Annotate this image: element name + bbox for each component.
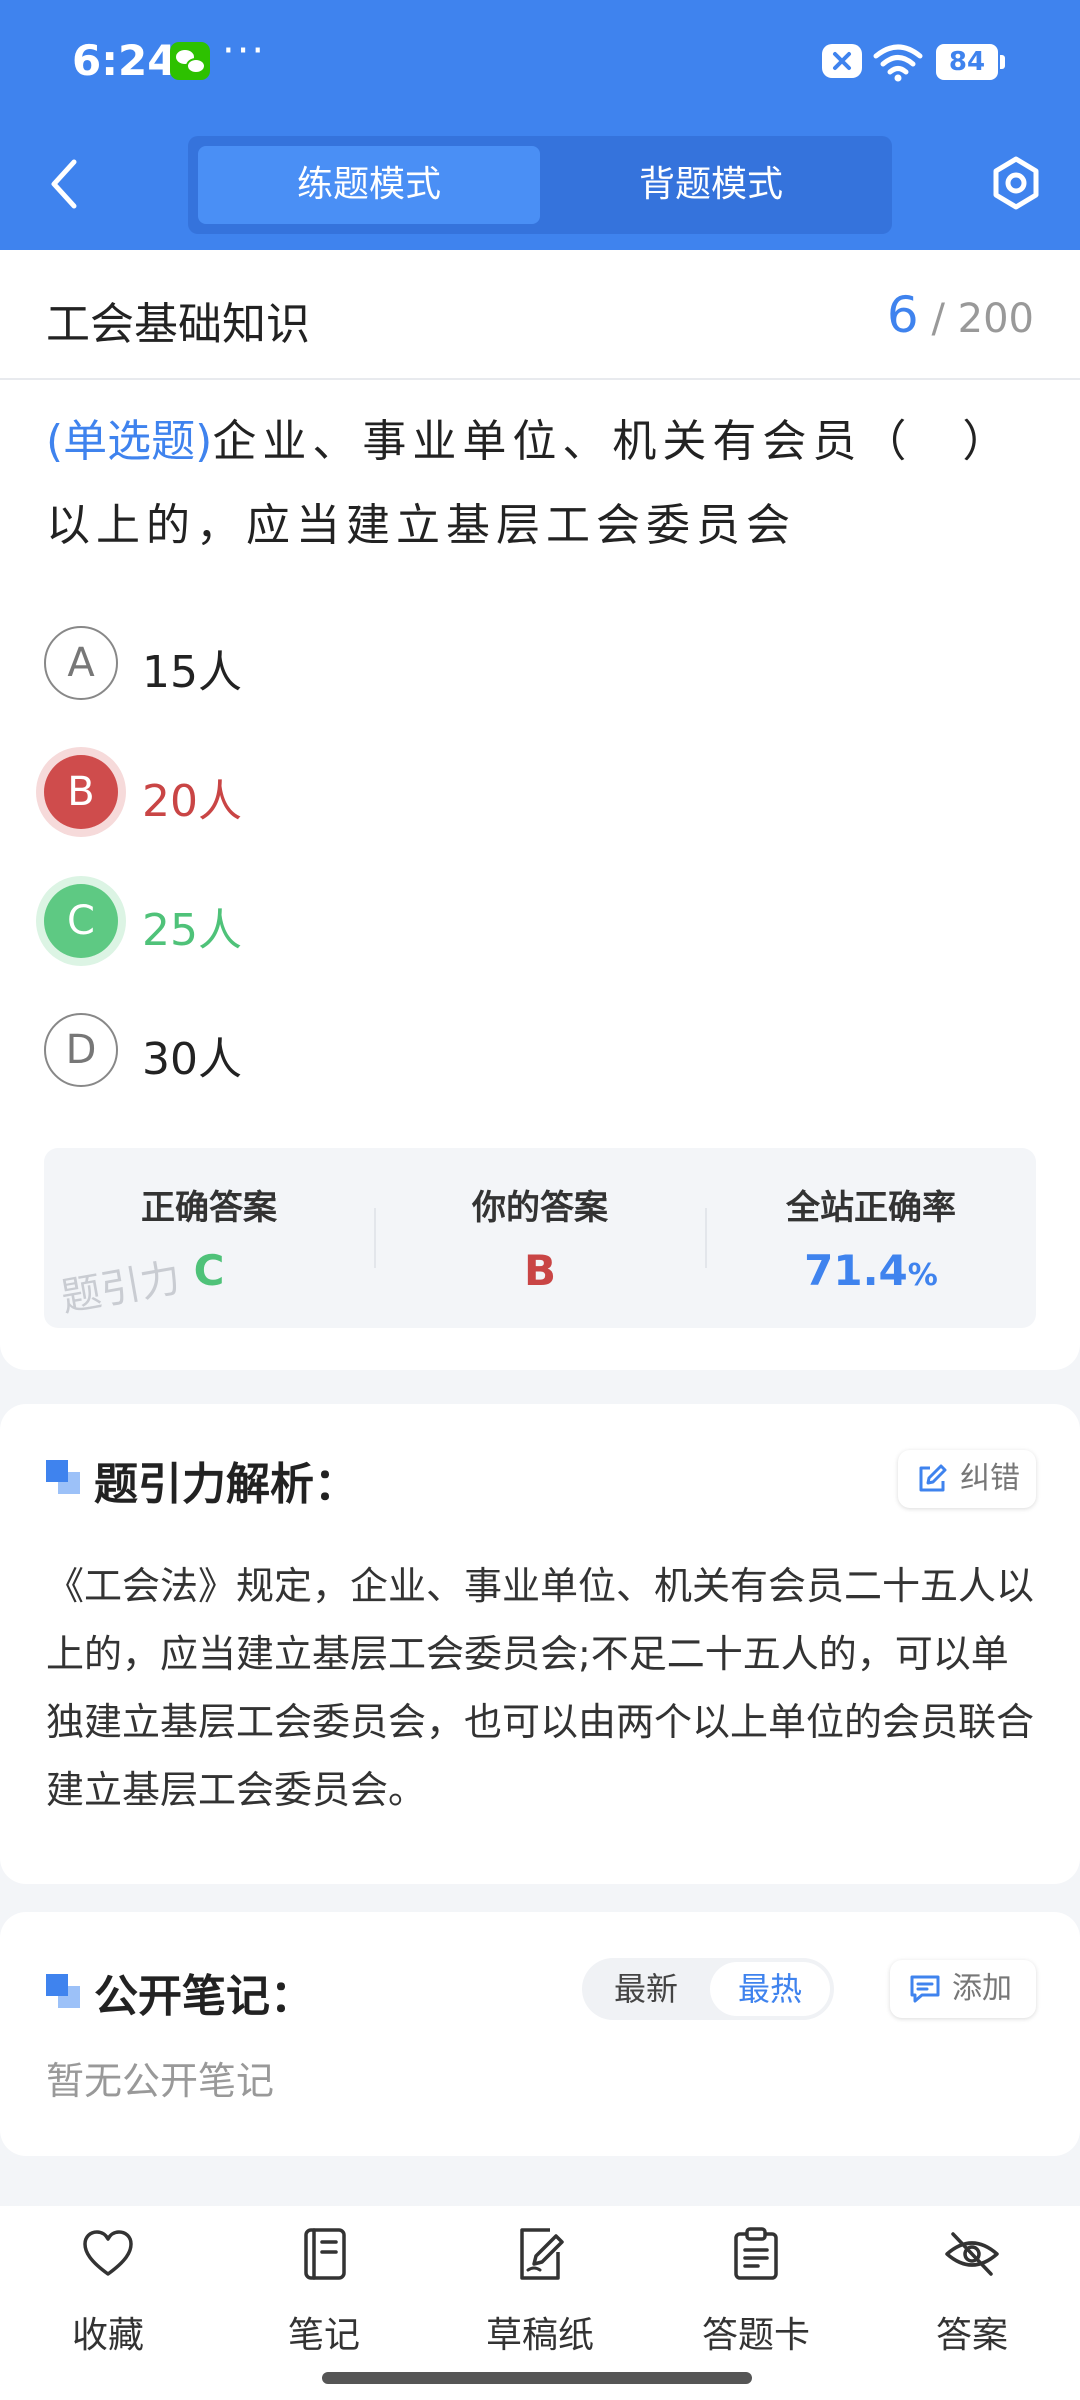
bottom-toolbar: 收藏 笔记 草稿纸 答题卡 答案 xyxy=(0,2206,1080,2400)
question-progress: 6 / 200 xyxy=(887,286,1034,344)
notification-mute-icon xyxy=(822,44,862,78)
notes-label: 笔记 xyxy=(287,2315,360,2356)
edit-icon xyxy=(919,1464,947,1492)
question-card: 工会基础知识 6 / 200 (单选题)企业、事业单位、机关有会员（ ）以上的，… xyxy=(0,250,1080,1370)
option-c[interactable]: C 25人 xyxy=(44,884,944,960)
sort-hottest-tab[interactable]: 最热 xyxy=(710,1962,830,2016)
sort-newest-tab[interactable]: 最新 xyxy=(586,1962,706,2016)
accuracy-number: 71.4 xyxy=(804,1246,908,1295)
status-bar: 6:24 ··· 84 xyxy=(0,0,1080,125)
app-header: 6:24 ··· 84 练题模式 背题模式 xyxy=(0,0,1080,250)
current-question-number: 6 xyxy=(886,286,919,344)
question-text: (单选题)企业、事业单位、机关有会员（ ）以上的，应当建立基层工会委员会 xyxy=(46,400,1036,568)
answer-card-label: 答题卡 xyxy=(701,2315,810,2356)
draft-icon xyxy=(520,2228,564,2280)
option-letter: B xyxy=(44,755,118,829)
notes-empty-text: 暂无公开笔记 xyxy=(46,2059,275,2103)
option-a[interactable]: A 15人 xyxy=(44,626,944,702)
accuracy-col: 全站正确率 71.4% xyxy=(706,1148,1036,1328)
tab-practice-mode[interactable]: 练题模式 xyxy=(198,146,540,224)
mode-switch: 练题模式 背题模式 xyxy=(188,136,892,234)
favorite-button[interactable]: 收藏 xyxy=(8,2226,208,2366)
scratch-paper-button[interactable]: 草稿纸 xyxy=(440,2226,640,2366)
notes-button[interactable]: 笔记 xyxy=(224,2226,424,2366)
option-text: 15人 xyxy=(142,647,242,698)
option-b[interactable]: B 20人 xyxy=(44,755,944,831)
home-indicator[interactable] xyxy=(322,2372,752,2384)
option-letter: C xyxy=(44,884,118,958)
report-error-label: 纠错 xyxy=(960,1461,1020,1496)
option-d[interactable]: D 30人 xyxy=(44,1013,944,1089)
settings-button[interactable] xyxy=(988,155,1044,211)
analysis-card: 题引力解析： 纠错 《工会法》规定，企业、事业单位、机关有会员二十五人以上的，应… xyxy=(0,1404,1080,1884)
section-icon xyxy=(46,1460,82,1496)
subject-row: 工会基础知识 6 / 200 xyxy=(0,250,1080,380)
accuracy-label: 全站正确率 xyxy=(786,1188,956,1228)
your-answer-value: B xyxy=(523,1246,556,1295)
add-note-label: 添加 xyxy=(952,1971,1012,2006)
option-letter: A xyxy=(44,626,118,700)
your-answer-col: 你的答案 B xyxy=(375,1148,705,1328)
more-notifications-icon: ··· xyxy=(222,28,267,74)
option-letter: D xyxy=(44,1013,118,1087)
analysis-title: 题引力解析： xyxy=(94,1459,358,1510)
back-button[interactable] xyxy=(40,152,90,216)
wifi-icon xyxy=(873,44,923,82)
comment-icon xyxy=(910,1975,940,2003)
show-answer-button[interactable]: 答案 xyxy=(872,2226,1072,2366)
clipboard-icon xyxy=(734,2227,778,2280)
heart-icon xyxy=(83,2230,133,2276)
option-text: 25人 xyxy=(142,905,242,956)
eye-off-icon xyxy=(945,2232,999,2276)
notes-sort-switch: 最新 最热 xyxy=(582,1958,834,2020)
scratch-paper-label: 草稿纸 xyxy=(485,2315,594,2356)
notebook-icon xyxy=(304,2228,346,2280)
answer-summary: 正确答案 C 你的答案 B 全站正确率 71.4% 题引力 xyxy=(44,1148,1036,1328)
your-answer-label: 你的答案 xyxy=(472,1188,608,1228)
correct-answer-label: 正确答案 xyxy=(141,1188,277,1228)
notes-card: 公开笔记： 最新 最热 添加 暂无公开笔记 xyxy=(0,1912,1080,2156)
subject-title: 工会基础知识 xyxy=(46,299,310,350)
total-questions: / 200 xyxy=(931,296,1034,342)
add-note-button[interactable]: 添加 xyxy=(890,1960,1036,2018)
option-text: 20人 xyxy=(142,776,242,827)
analysis-text: 《工会法》规定，企业、事业单位、机关有会员二十五人以上的，应当建立基层工会委员会… xyxy=(46,1564,1035,1812)
wechat-icon xyxy=(170,42,210,80)
answer-card-button[interactable]: 答题卡 xyxy=(656,2226,856,2366)
accuracy-unit: % xyxy=(907,1258,938,1293)
favorite-label: 收藏 xyxy=(71,2315,144,2356)
show-answer-label: 答案 xyxy=(935,2315,1008,2356)
accuracy-value: 71.4% xyxy=(706,1246,1036,1295)
status-time: 6:24 xyxy=(72,36,177,85)
tab-memorize-mode[interactable]: 背题模式 xyxy=(540,146,882,224)
battery-icon: 84 xyxy=(936,44,1005,80)
option-text: 30人 xyxy=(142,1034,242,1085)
question-type: (单选题) xyxy=(46,416,213,467)
report-error-button[interactable]: 纠错 xyxy=(898,1450,1036,1508)
notes-title: 公开笔记： xyxy=(94,1971,314,2022)
section-icon xyxy=(46,1974,82,2010)
